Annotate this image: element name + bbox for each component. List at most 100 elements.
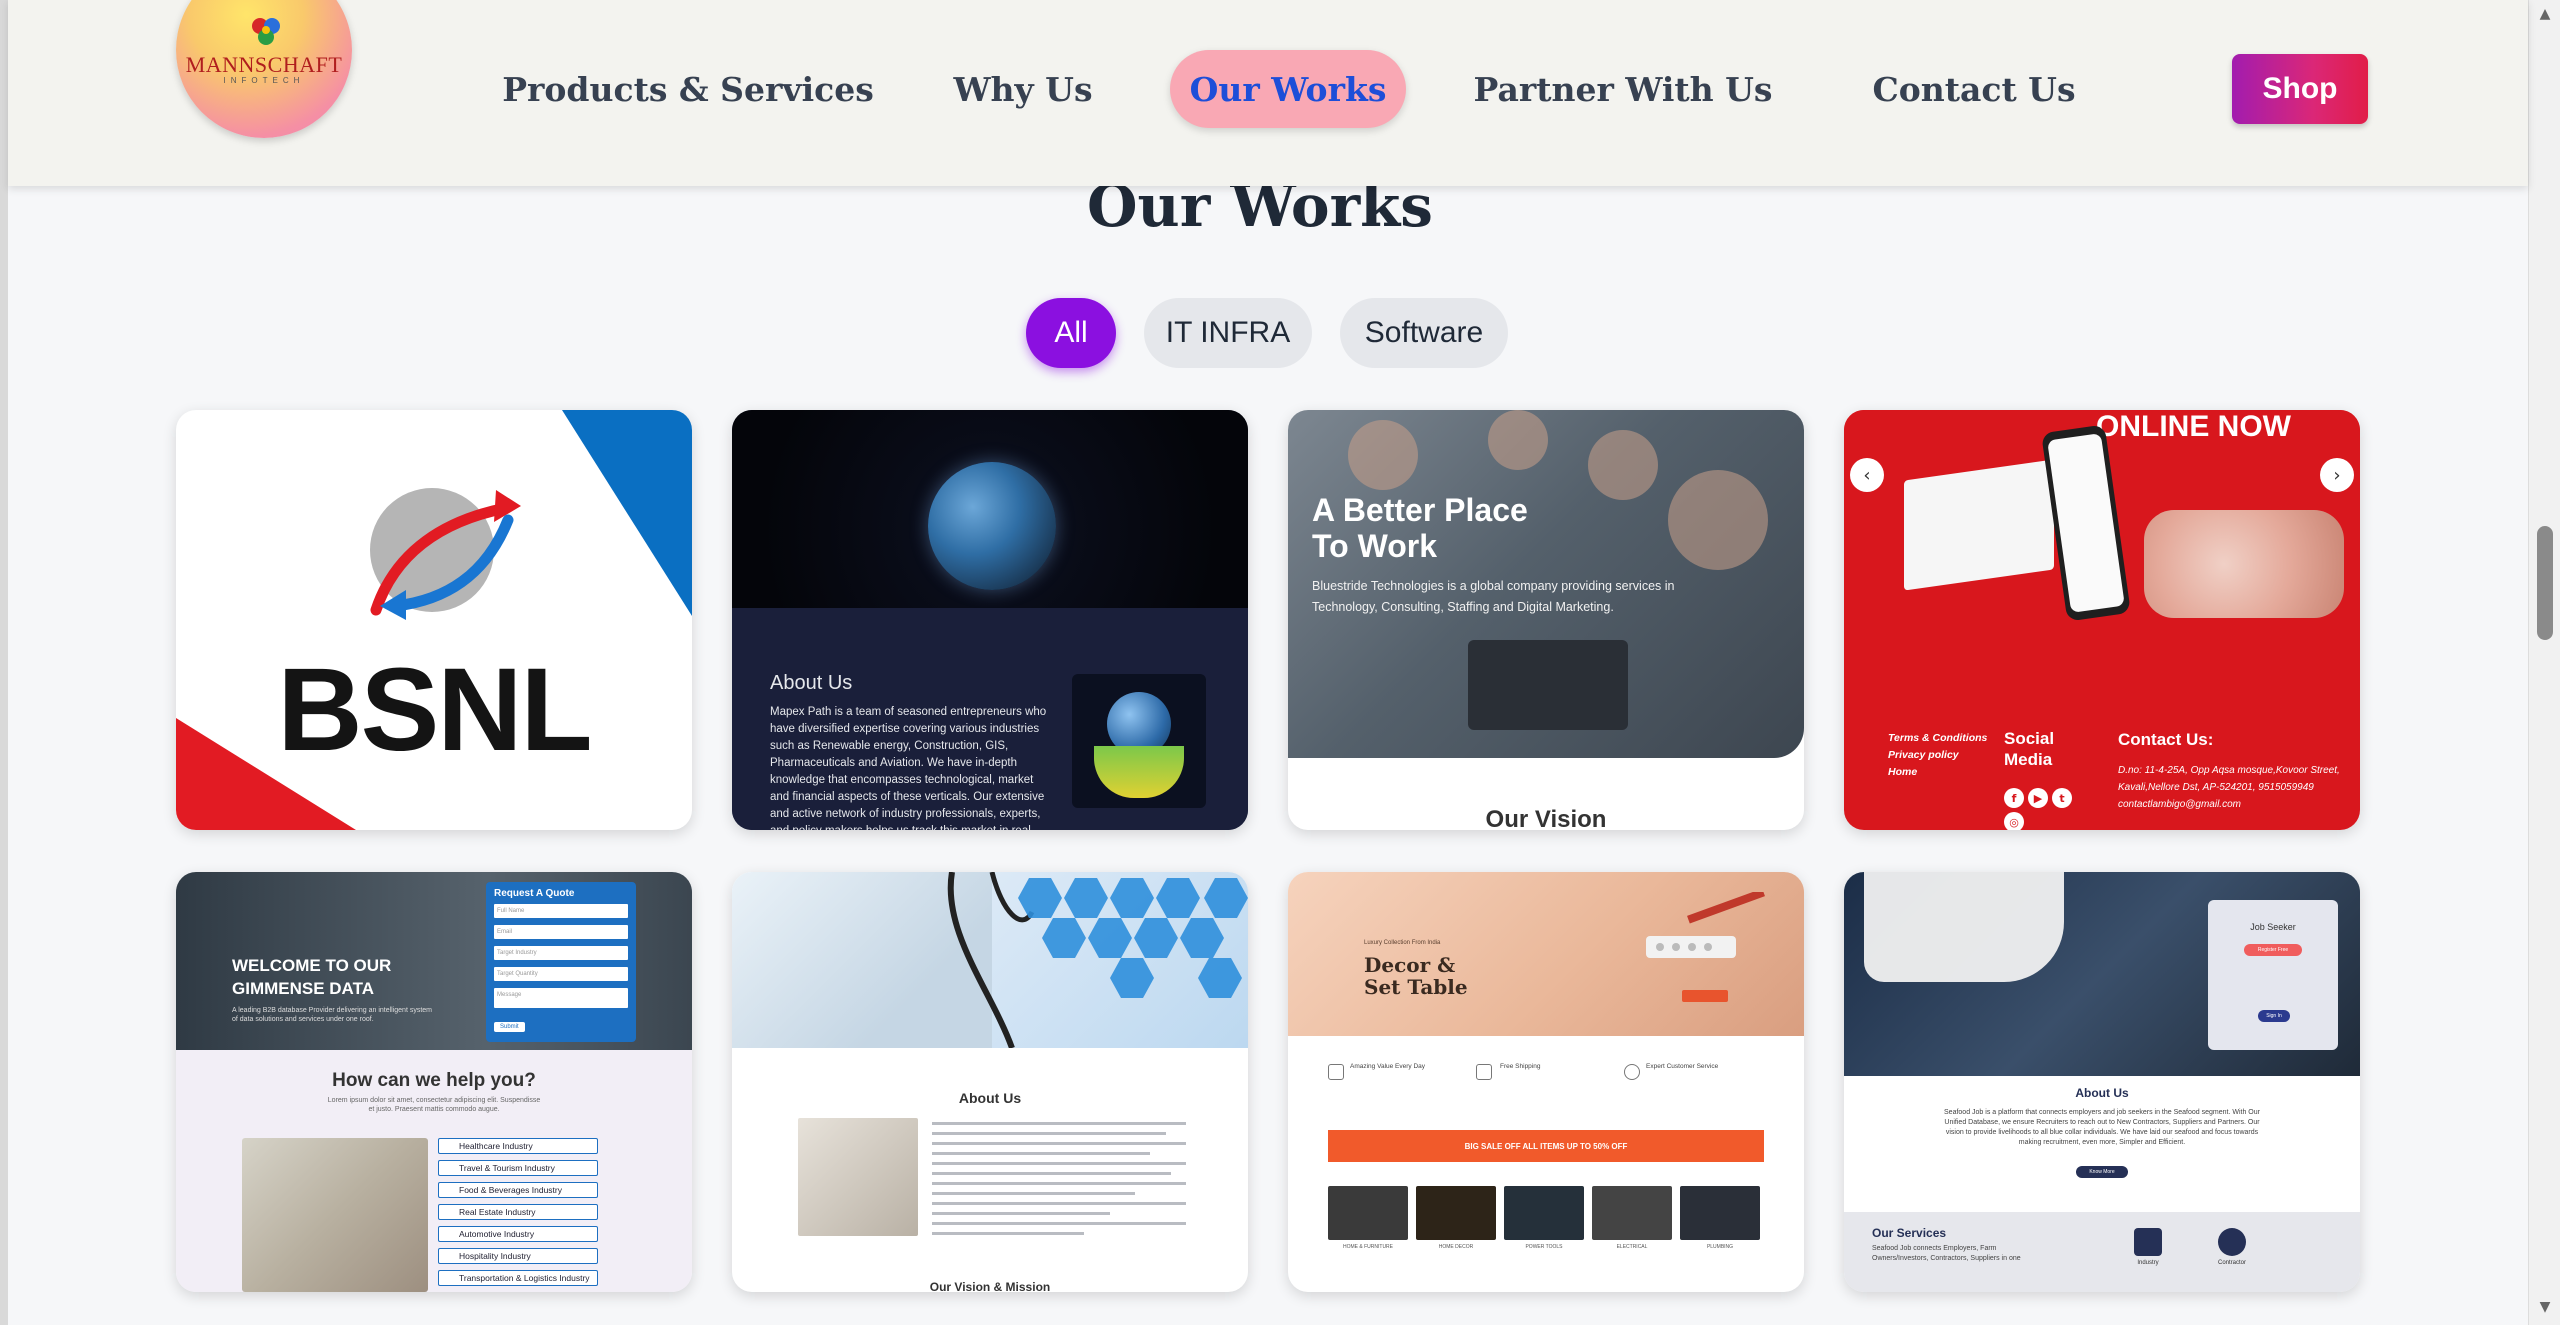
youtube-icon[interactable]: ▶ (2028, 788, 2048, 808)
page-scrollbar[interactable]: ▲ ▼ (2528, 0, 2560, 1325)
gimmense-subtext: A leading B2B database Provider deliveri… (232, 1007, 433, 1023)
help-heading: How can we help you? (332, 1070, 536, 1091)
industry-item[interactable]: Real Estate Industry (438, 1204, 598, 1220)
nav-our-works[interactable]: Our Works (1170, 50, 1406, 128)
instagram-icon[interactable]: ◎ (2004, 812, 2024, 830)
work-card-bsnl[interactable]: BSNL (176, 410, 692, 830)
scroll-down-icon[interactable]: ▼ (2529, 1299, 2560, 1319)
nav-contact-us[interactable]: Contact Us (1856, 50, 2092, 128)
category-thumb[interactable] (1416, 1186, 1496, 1240)
person-shape (1668, 470, 1768, 570)
text-line (932, 1152, 1151, 1155)
filter-software[interactable]: Software (1340, 298, 1508, 368)
nav-why-us[interactable]: Why Us (948, 50, 1098, 128)
category-label: HOME DECOR (1438, 1244, 1474, 1250)
laptop-shape (1468, 640, 1628, 730)
industry-item[interactable]: Transportation & Logistics Industry (438, 1270, 598, 1286)
sale-banner[interactable]: BIG SALE OFF ALL ITEMS UP TO 50% OFF (1328, 1130, 1764, 1162)
text-line (932, 1162, 1186, 1165)
contact-address: D.no: 11-4-25A, Opp Aqsa mosque,Kovoor S… (2118, 765, 2340, 810)
form-field[interactable]: Target Industry (494, 946, 628, 960)
service-icon (1624, 1064, 1640, 1080)
site-header: MANNSCHAFT INFOTECH Products & Services … (8, 0, 2528, 186)
sign-in-button[interactable]: Sign In (2258, 1010, 2290, 1022)
quote-form: Request A Quote Full Name Email Target I… (486, 882, 636, 1042)
category-thumb[interactable] (1328, 1186, 1408, 1240)
seafood-about-body: Seafood Job is a platform that connects … (1944, 1109, 2260, 1146)
shop-button[interactable]: Shop (2232, 54, 2368, 124)
scroll-up-icon[interactable]: ▲ (2529, 6, 2560, 26)
text-line (932, 1122, 1186, 1125)
food-box-image (1904, 459, 2054, 591)
bluestride-heading: A Better Place To Work (1312, 492, 1528, 564)
feature-text: Free Shipping (1500, 1063, 1541, 1070)
industry-item[interactable]: Travel & Tourism Industry (438, 1160, 598, 1176)
ortho-about-text (932, 1122, 1186, 1242)
person-shape (1588, 430, 1658, 500)
job-seeker-title: Job Seeker (2250, 922, 2296, 932)
ortho-about-heading: About Us (958, 1090, 1022, 1106)
submit-button[interactable]: Submit (494, 1022, 525, 1032)
work-card-mapex[interactable]: About Us Mapex Path is a team of seasone… (732, 410, 1248, 830)
decor-shop-button[interactable] (1682, 990, 1728, 1002)
facebook-icon[interactable]: f (2004, 788, 2024, 808)
text-line (932, 1172, 1171, 1175)
footer-link[interactable]: Home (1888, 764, 1987, 781)
feature-text: Expert Customer Service (1646, 1063, 1719, 1070)
social-icons: f ▶ t ◎ (2004, 788, 2074, 830)
logo-subtext: INFOTECH (223, 76, 305, 85)
work-card-lambigo[interactable]: ONLINE NOW ‹ › Terms & Conditions Privac… (1844, 410, 2360, 830)
bsnl-blue-shape (562, 410, 692, 616)
chevron-right-icon[interactable]: › (2320, 458, 2354, 492)
form-field[interactable]: Target Quantity (494, 967, 628, 981)
doctor-photo (798, 1118, 918, 1236)
bluestride-body: Bluestride Technologies is a global comp… (1312, 579, 1675, 614)
title-line: Set Table (1364, 975, 1468, 999)
category-thumb[interactable] (1680, 1186, 1760, 1240)
gimmense-heading: WELCOME TO OUR GIMMENSE DATA (232, 954, 391, 1000)
scroll-thumb[interactable] (2537, 526, 2553, 640)
category-thumb[interactable] (1592, 1186, 1672, 1240)
register-button[interactable]: Register Free (2244, 944, 2302, 956)
work-card-bluestride[interactable]: A Better Place To Work Bluestride Techno… (1288, 410, 1804, 830)
text-line (932, 1222, 1186, 1225)
nav-products-services[interactable]: Products & Services (502, 50, 874, 128)
industry-item[interactable]: Healthcare Industry (438, 1138, 598, 1154)
industry-item[interactable]: Food & Beverages Industry (438, 1182, 598, 1198)
twitter-icon[interactable]: t (2052, 788, 2072, 808)
services-body: Seafood Job connects Employers, Farm Own… (1872, 1245, 2021, 1262)
filter-all[interactable]: All (1026, 298, 1116, 368)
form-field[interactable]: Message (494, 988, 628, 1008)
person-shape (1488, 410, 1548, 470)
know-more-button[interactable]: Know More (2076, 1166, 2128, 1178)
category-thumb[interactable] (1504, 1186, 1584, 1240)
logo-mark-icon (252, 18, 280, 45)
footer-link[interactable]: Terms & Conditions (1888, 730, 1987, 747)
work-card-ortho[interactable]: About Us Our Vision & Mission (732, 872, 1248, 1292)
hands-shape (1094, 746, 1184, 798)
footer-link[interactable]: Privacy policy (1888, 747, 1987, 764)
contractor-icon (2218, 1228, 2246, 1256)
form-field[interactable]: Email (494, 925, 628, 939)
industry-item[interactable]: Automotive Industry (438, 1226, 598, 1242)
decor-eyebrow: Luxury Collection From India (1364, 940, 1441, 946)
work-card-seafood[interactable]: Job Seeker Register Free Sign In About U… (1844, 872, 2360, 1292)
bluestride-vision: Our Vision (1485, 806, 1607, 830)
industry-list: Healthcare Industry Travel & Tourism Ind… (438, 1138, 598, 1292)
chevron-left-icon[interactable]: ‹ (1850, 458, 1884, 492)
form-field[interactable]: Full Name (494, 904, 628, 918)
services-heading: Our Services (1872, 1226, 1947, 1240)
category-thumbnails (1328, 1186, 1764, 1240)
industry-item[interactable]: Hospitality Industry (438, 1248, 598, 1264)
service-label: Industry (2137, 1260, 2159, 1266)
filter-it-infra[interactable]: IT INFRA (1144, 298, 1312, 368)
category-label: POWER TOOLS (1525, 1244, 1563, 1250)
help-subtext: Lorem ipsum dolor sit amet, consectetur … (327, 1097, 541, 1113)
nav-partner-with-us[interactable]: Partner With Us (1474, 50, 1773, 128)
work-card-decor[interactable]: Luxury Collection From India Decor & Set… (1288, 872, 1804, 1292)
text-line (932, 1142, 1186, 1145)
shirt-shape (1864, 872, 2064, 982)
work-card-gimmense[interactable]: WELCOME TO OUR GIMMENSE DATA A leading B… (176, 872, 692, 1292)
ortho-vision-heading: Our Vision & Mission (929, 1280, 1051, 1292)
brand-logo[interactable]: MANNSCHAFT INFOTECH (176, 0, 352, 138)
